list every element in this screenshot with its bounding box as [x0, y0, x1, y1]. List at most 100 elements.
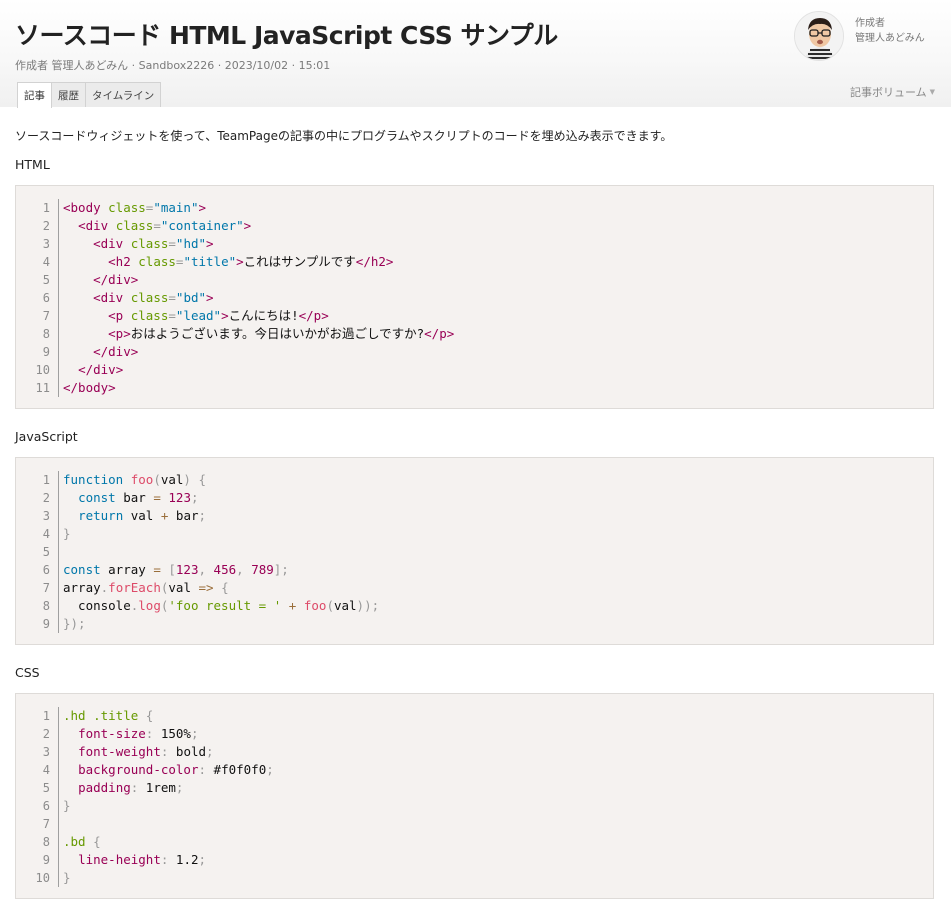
code-line: 8 console.log('foo result = ' + foo(val)… [16, 597, 933, 615]
article-meta: 作成者 管理人あどみん · Sandbox2226 · 2023/10/02 ·… [15, 59, 331, 72]
code-line: 3 return val + bar; [16, 507, 933, 525]
code-line: 1 function foo(val) { [16, 471, 933, 489]
author-name[interactable]: 管理人あどみん [855, 29, 925, 44]
code-text: </div> [78, 362, 124, 377]
tab-article[interactable]: 記事 [17, 82, 52, 108]
code-line: 11 </body> [16, 379, 933, 397]
code-line: 6 const array = [123, 456, 789]; [16, 561, 933, 579]
code-line: 5 padding: 1rem; [16, 779, 933, 797]
code-line: 8 .bd { [16, 833, 933, 851]
code-text: font-weight: bold; [78, 744, 214, 759]
line-number: 7 [16, 579, 59, 597]
code-text: function foo(val) { [63, 472, 207, 487]
section-title-css: CSS [15, 665, 40, 680]
code-text: const array = [123, 456, 789]; [63, 562, 289, 577]
code-text: </div> [93, 344, 139, 359]
code-text: </body> [63, 380, 116, 395]
code-text: <p class="lead">こんにちは!</p> [108, 308, 329, 323]
line-number: 4 [16, 761, 59, 779]
line-number: 4 [16, 253, 59, 271]
code-line: 7 [16, 815, 933, 833]
code-line: 2 <div class="container"> [16, 217, 933, 235]
line-number: 6 [16, 289, 59, 307]
code-text: .bd { [63, 834, 101, 849]
code-block-javascript: 1 function foo(val) {2 const bar = 123; 3 … [15, 457, 934, 645]
line-number: 4 [16, 525, 59, 543]
code-text: array.forEach(val => { [63, 580, 229, 595]
article-volume-menu[interactable]: 記事ボリューム ▼ [850, 84, 935, 100]
line-number: 10 [16, 361, 59, 379]
line-number: 8 [16, 325, 59, 343]
line-number: 1 [16, 471, 59, 489]
line-number: 2 [16, 725, 59, 743]
code-text: <h2 class="title">これはサンプルです</h2> [108, 254, 394, 269]
line-number: 10 [16, 869, 59, 887]
code-text: line-height: 1.2; [78, 852, 207, 867]
code-line: 2 font-size: 150%; [16, 725, 933, 743]
code-text: } [63, 870, 71, 885]
article-intro: ソースコードウィジェットを使って、TeamPageの記事の中にプログラムやスクリ… [15, 129, 673, 143]
code-text: const bar = 123; [78, 490, 199, 505]
line-number: 3 [16, 507, 59, 525]
line-number: 5 [16, 271, 59, 289]
code-text: } [63, 798, 71, 813]
code-text: <div class="hd"> [93, 236, 214, 251]
line-number: 7 [16, 307, 59, 325]
code-line: 9 line-height: 1.2; [16, 851, 933, 869]
code-line: 9 </div> [16, 343, 933, 361]
caret-down-icon: ▼ [929, 88, 936, 96]
line-number: 8 [16, 597, 59, 615]
line-number: 2 [16, 489, 59, 507]
code-block-html: 1 <body class="main"> 2 <div class="contai… [15, 185, 934, 409]
code-line: 3 font-weight: bold; [16, 743, 933, 761]
line-number: 11 [16, 379, 59, 397]
line-number: 3 [16, 743, 59, 761]
line-number: 3 [16, 235, 59, 253]
page-title: ソースコード HTML JavaScript CSS サンプル [15, 21, 558, 50]
code-line: 3 <div class="hd"> [16, 235, 933, 253]
line-number: 9 [16, 851, 59, 869]
line-number: 1 [16, 199, 59, 217]
tab-timeline[interactable]: タイムライン [86, 82, 162, 107]
code-line: 7 array.forEach(val => { [16, 579, 933, 597]
author-avatar[interactable] [794, 11, 844, 61]
code-line: 5 </div> [16, 271, 933, 289]
code-line: 10 </div> [16, 361, 933, 379]
author-label: 作成者 [855, 18, 885, 29]
tab-history[interactable]: 履歴 [52, 82, 86, 107]
section-title-javascript: JavaScript [15, 429, 78, 444]
code-line: 4} [16, 525, 933, 543]
code-line: 7 <p class="lead">こんにちは!</p> [16, 307, 933, 325]
code-line: 2 const bar = 123; [16, 489, 933, 507]
line-number: 5 [16, 543, 59, 561]
code-text: } [63, 526, 71, 541]
code-text: <div class="container"> [78, 218, 252, 233]
line-number: 9 [16, 343, 59, 361]
line-number: 6 [16, 797, 59, 815]
code-text: background-color: #f0f0f0; [78, 762, 274, 777]
code-line: 1 <body class="main"> [16, 199, 933, 217]
code-line: 4 background-color: #f0f0f0; [16, 761, 933, 779]
code-line: 6 <div class="bd"> [16, 289, 933, 307]
code-text: .hd .title { [63, 708, 154, 723]
code-line: 9}); [16, 615, 933, 633]
code-text: <p>おはようございます。今日はいかがお過ごしですか?</p> [108, 326, 455, 341]
code-text: <body class="main"> [63, 200, 207, 215]
line-number: 8 [16, 833, 59, 851]
code-line: 8 <p>おはようございます。今日はいかがお過ごしですか?</p> [16, 325, 933, 343]
code-text: console.log('foo result = ' + foo(val)); [63, 598, 380, 613]
article-tabs: 記事 履歴 タイムライン [17, 82, 162, 108]
line-number: 2 [16, 217, 59, 235]
code-text: </div> [93, 272, 139, 287]
code-block-css: 1 .hd .title {2 font-size: 150%; 3 font-we… [15, 693, 934, 899]
line-number: 7 [16, 815, 59, 833]
code-line: 10} [16, 869, 933, 887]
article-header: ソースコード HTML JavaScript CSS サンプル 作成者 管理人あ… [0, 0, 951, 108]
code-line: 1 .hd .title { [16, 707, 933, 725]
code-text: padding: 1rem; [78, 780, 184, 795]
line-number: 9 [16, 615, 59, 633]
code-line: 5 [16, 543, 933, 561]
section-title-html: HTML [15, 157, 50, 172]
